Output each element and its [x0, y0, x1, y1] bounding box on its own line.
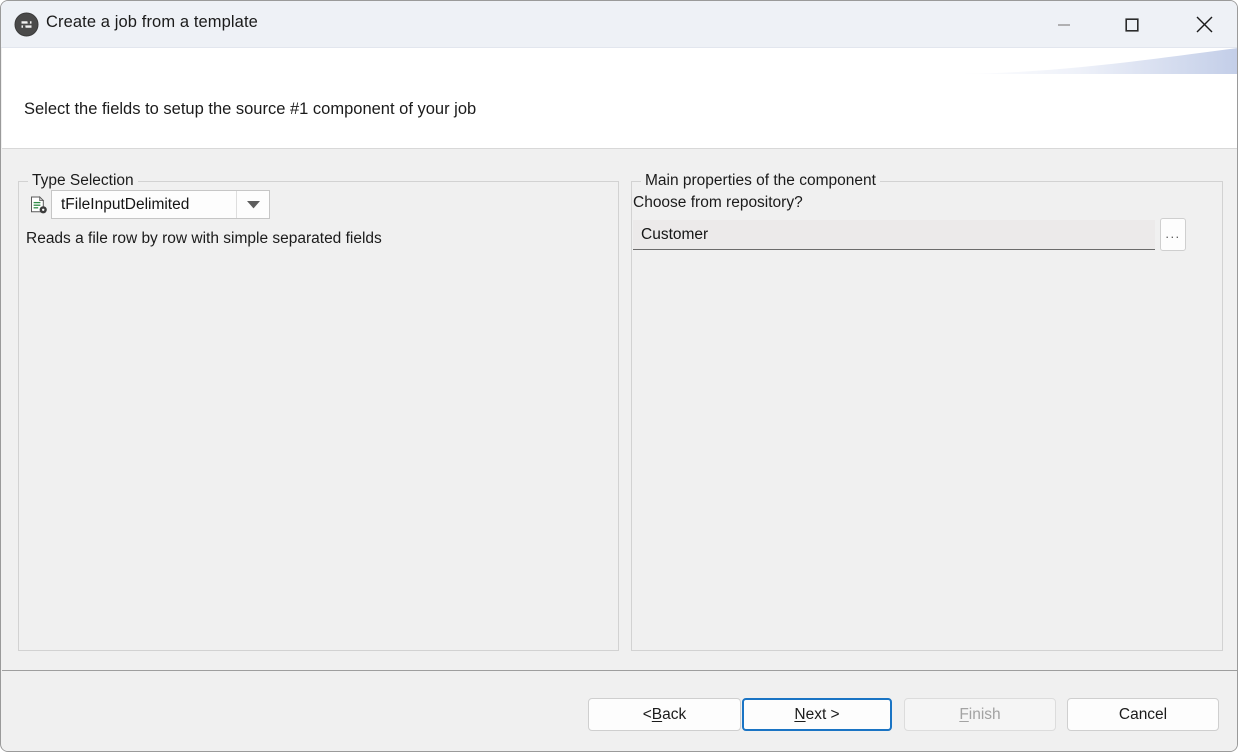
- file-input-delimited-icon: [28, 195, 48, 215]
- back-button[interactable]: < Back: [588, 698, 741, 731]
- dialog-window: Create a job from a template: [0, 0, 1238, 752]
- close-icon[interactable]: [1171, 1, 1237, 48]
- back-mnemonic: B: [652, 706, 662, 724]
- type-selection-group: Type Selection tFileInputDelimited: [18, 181, 619, 651]
- next-mnemonic: N: [794, 706, 805, 724]
- component-description: Reads a file row by row with simple sepa…: [26, 230, 382, 248]
- repository-input[interactable]: Customer: [633, 220, 1155, 250]
- finish-mnemonic: F: [959, 706, 968, 724]
- maximize-icon[interactable]: [1101, 1, 1163, 48]
- back-label-prefix: <: [643, 706, 652, 724]
- repository-label: Choose from repository?: [633, 194, 803, 212]
- next-button[interactable]: Next >: [742, 698, 892, 731]
- main-properties-title: Main properties of the component: [641, 172, 880, 190]
- window-title: Create a job from a template: [46, 13, 258, 32]
- main-properties-group: Main properties of the component Choose …: [631, 181, 1223, 651]
- finish-label-suffix: inish: [969, 706, 1001, 724]
- dialog-footer: < Back Next > Finish Cancel: [2, 672, 1238, 752]
- title-bar: Create a job from a template: [1, 1, 1238, 48]
- dialog-body: Type Selection tFileInputDelimited: [2, 150, 1238, 671]
- component-type-combo[interactable]: tFileInputDelimited: [51, 190, 270, 219]
- back-label-suffix: ack: [662, 706, 686, 724]
- next-label-suffix: ext >: [806, 706, 840, 724]
- finish-button: Finish: [904, 698, 1056, 731]
- component-type-value: tFileInputDelimited: [52, 196, 236, 214]
- cancel-label: Cancel: [1119, 706, 1167, 724]
- minimize-icon[interactable]: [1033, 1, 1095, 48]
- repository-value: Customer: [633, 226, 708, 244]
- page-instruction: Select the fields to setup the source #1…: [24, 100, 476, 119]
- triangle-down-icon: [236, 191, 269, 218]
- decorative-banner-swoosh: [948, 48, 1238, 98]
- type-selection-title: Type Selection: [28, 172, 138, 190]
- cancel-button[interactable]: Cancel: [1067, 698, 1219, 731]
- wizard-header: Select the fields to setup the source #1…: [2, 48, 1238, 149]
- ellipsis-icon: ...: [1165, 227, 1180, 243]
- talend-logo-icon: [14, 12, 39, 37]
- repository-browse-button[interactable]: ...: [1160, 218, 1186, 251]
